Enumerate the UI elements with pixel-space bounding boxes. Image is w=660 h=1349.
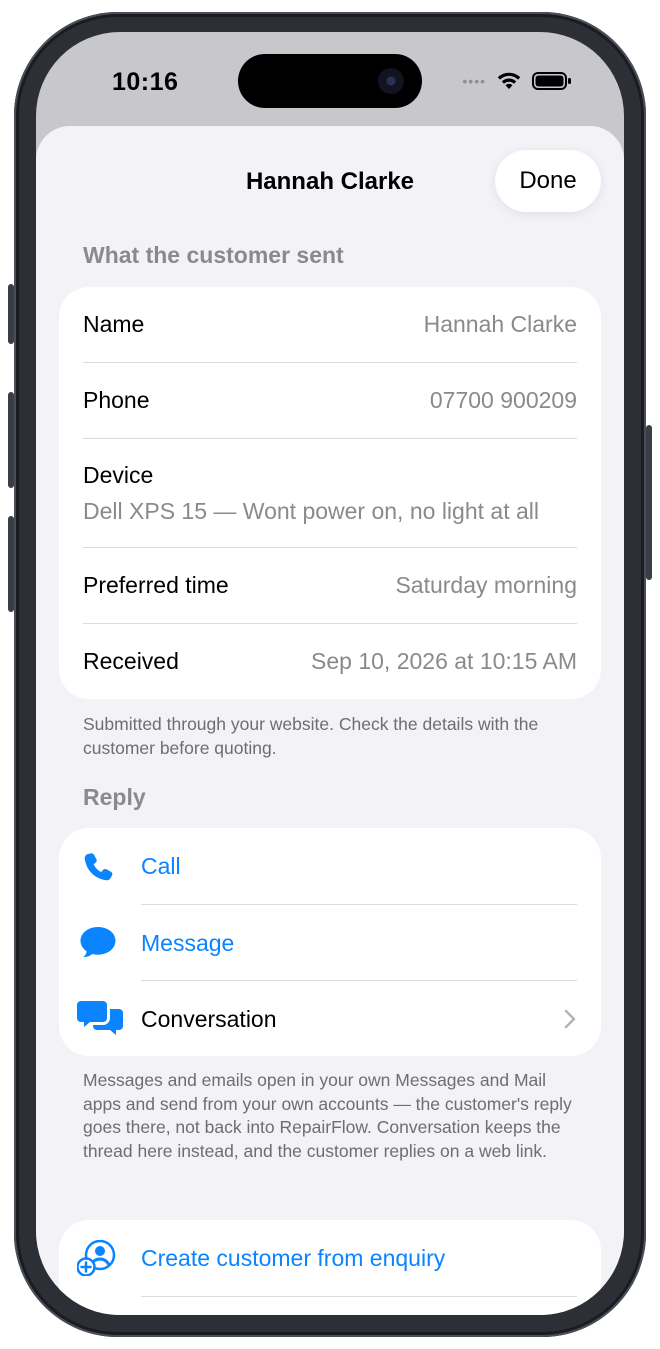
camera-icon — [378, 68, 404, 94]
person-add-icon — [77, 1240, 116, 1276]
dynamic-island — [238, 54, 422, 108]
wifi-icon — [497, 72, 521, 89]
row-phone[interactable]: Phone 07700 900209 — [59, 363, 601, 438]
separator — [141, 1296, 577, 1297]
create-customer-label: Create customer from enquiry — [141, 1245, 446, 1271]
status-icons: •••• — [462, 70, 572, 92]
device-label: Device — [83, 462, 154, 488]
screen: 10:16 •••• Hannah Clarke Done What the c… — [36, 32, 624, 1315]
received-label: Received — [83, 648, 179, 674]
phone-icon — [84, 853, 113, 881]
message-bubble-icon — [80, 927, 116, 958]
done-button[interactable]: Done — [495, 150, 601, 212]
row-preferred-time: Preferred time Saturday morning — [59, 548, 601, 623]
message-action[interactable]: Message — [59, 905, 601, 980]
detail-sheet: Hannah Clarke Done What the customer sen… — [36, 126, 624, 1315]
conversation-action[interactable]: Conversation — [59, 981, 601, 1056]
name-value: Hannah Clarke — [423, 311, 577, 337]
status-time: 10:16 — [112, 68, 179, 96]
reply-actions-group: Call Message Conversation — [59, 828, 601, 1056]
section-header-enquiry: What the customer sent — [83, 242, 344, 268]
message-label: Message — [141, 930, 235, 956]
power-button — [646, 425, 652, 580]
conversation-label: Conversation — [141, 1006, 277, 1032]
preferred-time-value: Saturday morning — [395, 572, 577, 598]
phone-value: 07700 900209 — [429, 387, 577, 413]
chevron-right-icon — [564, 1009, 576, 1029]
status-bar: 10:16 •••• — [36, 32, 624, 128]
phone-label: Phone — [83, 387, 150, 413]
section-header-reply: Reply — [83, 784, 146, 810]
call-action[interactable]: Call — [59, 828, 601, 904]
enquiry-details-group: Name Hannah Clarke Phone 07700 900209 De… — [59, 287, 601, 699]
reply-footer-note: Messages and emails open in your own Mes… — [83, 1070, 572, 1161]
customer-actions-group: Create customer from enquiry — [59, 1220, 601, 1315]
name-label: Name — [83, 311, 145, 337]
volume-down-button — [8, 516, 14, 612]
battery-icon — [532, 72, 571, 90]
call-label: Call — [141, 853, 181, 879]
conversation-bubbles-icon — [77, 1001, 123, 1035]
volume-up-button — [8, 392, 14, 488]
preferred-time-label: Preferred time — [83, 572, 229, 598]
row-received: Received Sep 10, 2026 at 10:15 AM — [59, 624, 601, 699]
device-value: Dell XPS 15 — Wont power on, no light at… — [83, 498, 539, 524]
row-name: Name Hannah Clarke — [59, 287, 601, 362]
received-value: Sep 10, 2026 at 10:15 AM — [311, 648, 577, 674]
create-customer-action[interactable]: Create customer from enquiry — [59, 1220, 601, 1296]
cellular-signal-icon: •••• — [462, 73, 486, 89]
action-button — [8, 284, 14, 344]
enquiry-footer-note: Submitted through your website. Check th… — [83, 714, 539, 758]
row-device: Device Dell XPS 15 — Wont power on, no l… — [59, 439, 601, 547]
